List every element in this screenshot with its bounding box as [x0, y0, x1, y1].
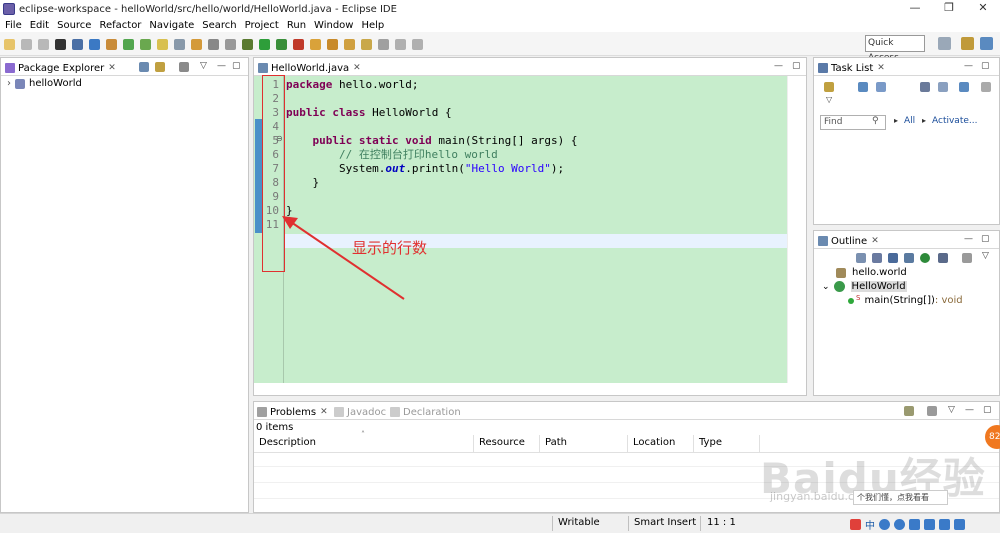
column-location[interactable]: Location: [628, 435, 694, 452]
sort-icon[interactable]: [872, 253, 882, 263]
sort-indicator-icon: ˄: [361, 430, 365, 439]
hide-nonpublic-icon[interactable]: [920, 253, 930, 263]
maximize-view-icon[interactable]: ▢: [981, 61, 990, 71]
outline-package[interactable]: hello.world: [836, 267, 907, 278]
ime-mode[interactable]: 中: [865, 517, 875, 532]
activate-link[interactable]: Activate...: [932, 116, 977, 126]
new-task-icon[interactable]: [824, 82, 834, 92]
close-icon[interactable]: ✕: [877, 63, 885, 73]
collapse-all-icon[interactable]: [856, 253, 866, 263]
filter-icon[interactable]: [904, 406, 914, 416]
status-writable: Writable: [558, 517, 600, 528]
javadoc-icon: [334, 407, 344, 417]
collapse-all-icon[interactable]: [938, 82, 948, 92]
status-insert-mode: Smart Insert: [634, 517, 697, 528]
toolbox-icon[interactable]: [954, 518, 965, 530]
floating-tooltip[interactable]: 个我们懂，点我看看: [853, 490, 948, 505]
outline-icon: [818, 236, 828, 246]
sogou-logo-icon[interactable]: [850, 518, 861, 530]
column-resource[interactable]: Resource: [474, 435, 540, 452]
close-icon[interactable]: ✕: [871, 236, 879, 246]
column-path[interactable]: Path: [540, 435, 628, 452]
skin-icon[interactable]: [939, 518, 950, 530]
package-name: hello.world: [852, 267, 907, 278]
collapse-arrow-icon[interactable]: ⌄: [822, 282, 830, 292]
declaration-icon: [390, 407, 400, 417]
method-return-type: : void: [934, 295, 963, 306]
dropdown-arrow-icon[interactable]: ▽: [826, 95, 832, 104]
hide-fields-icon[interactable]: [888, 253, 898, 263]
problems-icon: [257, 407, 267, 417]
task-list-tabs: Task List ✕ — ▢: [814, 58, 999, 76]
outline-class[interactable]: ⌄ HelloWorld: [822, 281, 907, 292]
microphone-icon[interactable]: [909, 518, 920, 530]
task-list-title: Task List: [831, 62, 874, 74]
scheduled-icon[interactable]: [876, 82, 886, 92]
minimize-view-icon[interactable]: —: [965, 405, 974, 415]
method-name: main(String[]): [864, 295, 935, 306]
all-link[interactable]: All: [904, 116, 915, 126]
view-menu-icon[interactable]: ▽: [982, 251, 989, 261]
close-icon[interactable]: ✕: [320, 407, 328, 417]
keyboard-icon[interactable]: [924, 518, 935, 530]
activate-arrow-icon: ▸: [922, 116, 927, 125]
all-arrow-icon: ▸: [894, 116, 899, 125]
column-type[interactable]: Type: [694, 435, 760, 452]
class-name: HelloWorld: [850, 281, 907, 292]
sync-icon[interactable]: [959, 82, 969, 92]
tab-declaration[interactable]: Declaration: [390, 404, 461, 420]
hide-static-icon[interactable]: [904, 253, 914, 263]
outline-view: Outline ✕ — ▢ ▽ hello.world ⌄ HelloWorld…: [813, 230, 1000, 396]
annotation-label: 显示的行数: [352, 239, 428, 257]
view-menu-icon[interactable]: ▽: [948, 405, 955, 415]
ime-toolbar: 中: [850, 516, 1000, 532]
tab-problems[interactable]: Problems ✕: [257, 404, 328, 420]
maximize-view-icon[interactable]: ▢: [983, 405, 992, 415]
categorized-icon[interactable]: [858, 82, 868, 92]
link-editor-icon[interactable]: [962, 253, 972, 263]
method-icon: [848, 297, 854, 304]
punctuation-icon[interactable]: [879, 518, 890, 530]
tab-task-list[interactable]: Task List ✕: [818, 60, 885, 76]
outline-tabs: Outline ✕ — ▢: [814, 231, 999, 249]
outline-title: Outline: [831, 235, 868, 247]
problems-title: Problems: [270, 406, 317, 418]
outline-method[interactable]: S main(String[]) : void: [848, 293, 963, 306]
task-list-view: Task List ✕ — ▢ ▽ Find ⚲ ▸ All ▸ Activat…: [813, 57, 1000, 225]
minimize-view-icon[interactable]: —: [964, 61, 973, 71]
problems-tabs: Problems ✕ Javadoc Declaration ▽ — ▢: [254, 402, 999, 420]
maximize-view-icon[interactable]: ▢: [981, 234, 990, 244]
tab-javadoc[interactable]: Javadoc: [334, 404, 386, 420]
view-menu-icon[interactable]: [981, 82, 991, 92]
status-divider: [700, 516, 701, 531]
view-options-icon[interactable]: [927, 406, 937, 416]
search-icon: ⚲: [872, 116, 879, 126]
hide-completed-icon[interactable]: [920, 82, 930, 92]
status-divider: [552, 516, 553, 531]
static-marker: S: [856, 293, 861, 302]
tab-outline[interactable]: Outline ✕: [818, 233, 879, 249]
problems-count: 0 items: [256, 422, 294, 433]
hide-local-types-icon[interactable]: [938, 253, 948, 263]
class-icon: [833, 281, 845, 292]
javadoc-title: Javadoc: [347, 406, 387, 418]
task-list-icon: [818, 63, 828, 73]
status-divider: [628, 516, 629, 531]
declaration-title: Declaration: [403, 406, 461, 418]
minimize-view-icon[interactable]: —: [964, 234, 973, 244]
package-icon: [836, 267, 846, 278]
status-cursor-position: 11 : 1: [707, 517, 736, 528]
emoji-icon[interactable]: [894, 518, 905, 530]
